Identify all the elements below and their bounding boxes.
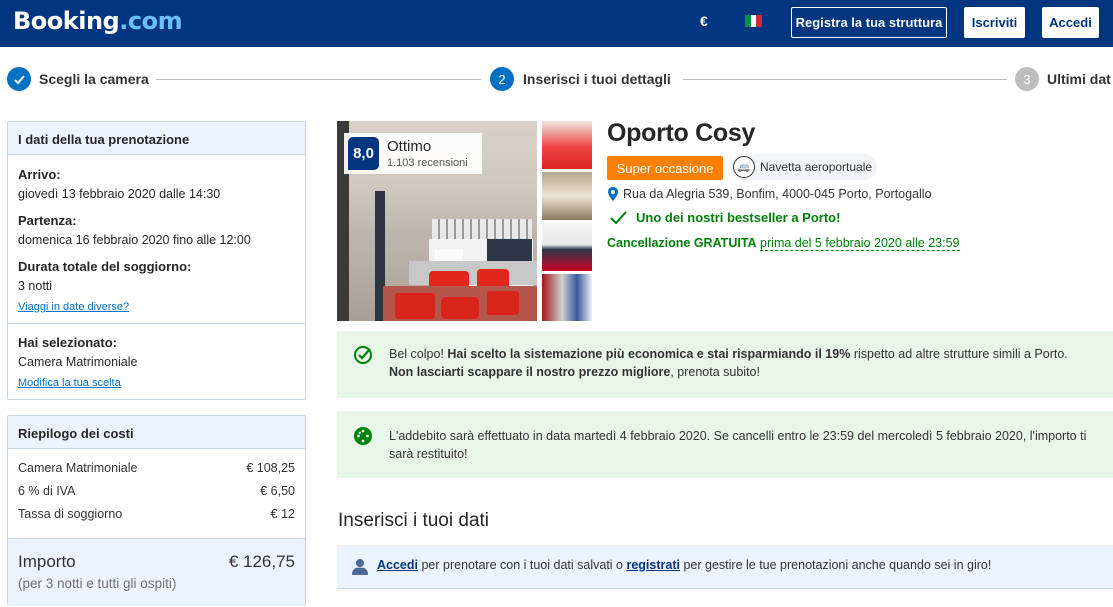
selected-room: Camera Matrimoniale [18,355,138,369]
register-link[interactable]: registrati [626,558,680,572]
cost-row: Tassa di soggiorno € 12 [18,507,295,521]
hotel-address: Rua da Alegria 539, Bonfim, 4000-045 Por… [608,187,932,201]
duration-value: 3 notti [18,279,53,293]
deal-badge: Super occasione [607,156,723,180]
details-section-title: Inserisci i tuoi dati [338,510,490,531]
hotel-thumbnail[interactable] [542,274,592,321]
cost-label: Tassa di soggiorno [18,507,123,521]
booking-details-panel: I dati della tua prenotazione Arrivo: gi… [7,121,306,400]
hotel-thumbnail[interactable] [542,121,592,169]
cost-label: 6 % di IVA [18,484,76,498]
total-label: Importo [18,552,76,571]
step-1-check-icon [7,67,31,91]
change-dates-link[interactable]: Viaggi in date diverse? [18,301,129,313]
cost-label: Camera Matrimoniale [18,461,138,475]
signup-button[interactable]: Iscriviti [964,7,1025,38]
deal-notice: Bel colpo! Hai scelto la sistemazione pi… [337,331,1113,398]
step-3-label: Ultimi dat [1047,71,1111,87]
login-link[interactable]: Accedi [377,558,418,572]
shuttle-bus-icon: 🚐 [733,156,755,178]
check-circle-icon [354,346,372,364]
free-cancellation: Cancellazione GRATUITA prima del 5 febbr… [607,236,960,251]
total-value: € 126,75 [228,552,295,571]
checkmark-icon [610,211,627,224]
cost-summary-panel: Riepilogo dei costi Camera Matrimoniale … [7,415,306,606]
login-prompt-text: Accedi per prenotare con i tuoi dati sal… [377,558,992,572]
free-cancellation-label: Cancellazione GRATUITA [607,236,757,250]
currency-selector[interactable]: € [700,13,708,29]
shuttle-label: Navetta aeroportuale [760,160,873,174]
panel-divider [8,323,305,324]
address-text: Rua da Alegria 539, Bonfim, 4000-045 Por… [623,187,932,201]
register-property-button[interactable]: Registra la tua struttura [791,7,947,38]
checkout-label: Partenza: [18,213,77,228]
step-divider [683,79,1007,80]
map-pin-icon [608,187,618,201]
total-box: Importo € 126,75 (per 3 notti e tutti gl… [8,538,305,606]
charge-notice: L'addebito sarà effettuato in data marte… [337,411,1113,478]
change-selection-link[interactable]: Modifica la tua scelta [18,377,121,389]
bestseller-label: Uno dei nostri bestseller a Porto! [610,210,840,225]
checkin-value: giovedì 13 febbraio 2020 dalle 14:30 [18,187,221,201]
cost-value: € 108,25 [246,461,295,475]
step-2-label: Inserisci i tuoi dettagli [523,71,671,87]
total-note: (per 3 notti e tutti gli ospiti) [18,576,177,591]
deal-notice-text: Bel colpo! Hai scelto la sistemazione pi… [389,347,1068,379]
review-score-badge: 8,0 [348,137,379,170]
review-score-card: 8,0 Ottimo 1.103 recensioni [344,133,482,174]
step-1-label: Scegli la camera [39,71,149,87]
user-icon [352,559,368,575]
checkout-value: domenica 16 febbraio 2020 fino alle 12:0… [18,233,251,247]
cost-summary-title: Riepilogo dei costi [8,416,305,449]
top-header: Booking.com € Registra la tua struttura … [0,0,1113,47]
cost-row: 6 % di IVA € 6,50 [18,484,295,498]
italian-flag-icon[interactable] [745,15,763,27]
cost-row: Camera Matrimoniale € 108,25 [18,461,295,475]
hotel-thumbnail[interactable] [542,223,592,271]
bestseller-text: Uno dei nostri bestseller a Porto! [636,210,841,225]
charge-notice-text: L'addebito sarà effettuato in data marte… [389,429,1087,461]
free-cancellation-deadline[interactable]: prima del 5 febbraio 2020 alle 23:59 [760,236,960,251]
review-count: 1.103 recensioni [387,157,468,169]
step-2-number: 2 [490,67,514,91]
step-3-number: 3 [1015,67,1039,91]
airport-shuttle-badge: 🚐 Navetta aeroportuale [731,154,877,180]
step-divider [156,79,481,80]
hotel-name: Oporto Cosy [607,119,756,147]
login-button[interactable]: Accedi [1042,7,1099,38]
checkin-label: Arrivo: [18,167,61,182]
booking-details-title: I dati della tua prenotazione [8,122,305,155]
review-score-word: Ottimo [387,138,432,155]
login-prompt-bar: Accedi per prenotare con i tuoi dati sal… [337,545,1113,589]
hotel-thumbnail[interactable] [542,172,592,220]
duration-label: Durata totale del soggiorno: [18,259,192,274]
clock-dots-icon [354,427,372,445]
booking-logo[interactable]: Booking.com [13,7,183,35]
selected-label: Hai selezionato: [18,335,117,350]
cost-value: € 6,50 [260,484,295,498]
cost-value: € 12 [270,507,295,521]
